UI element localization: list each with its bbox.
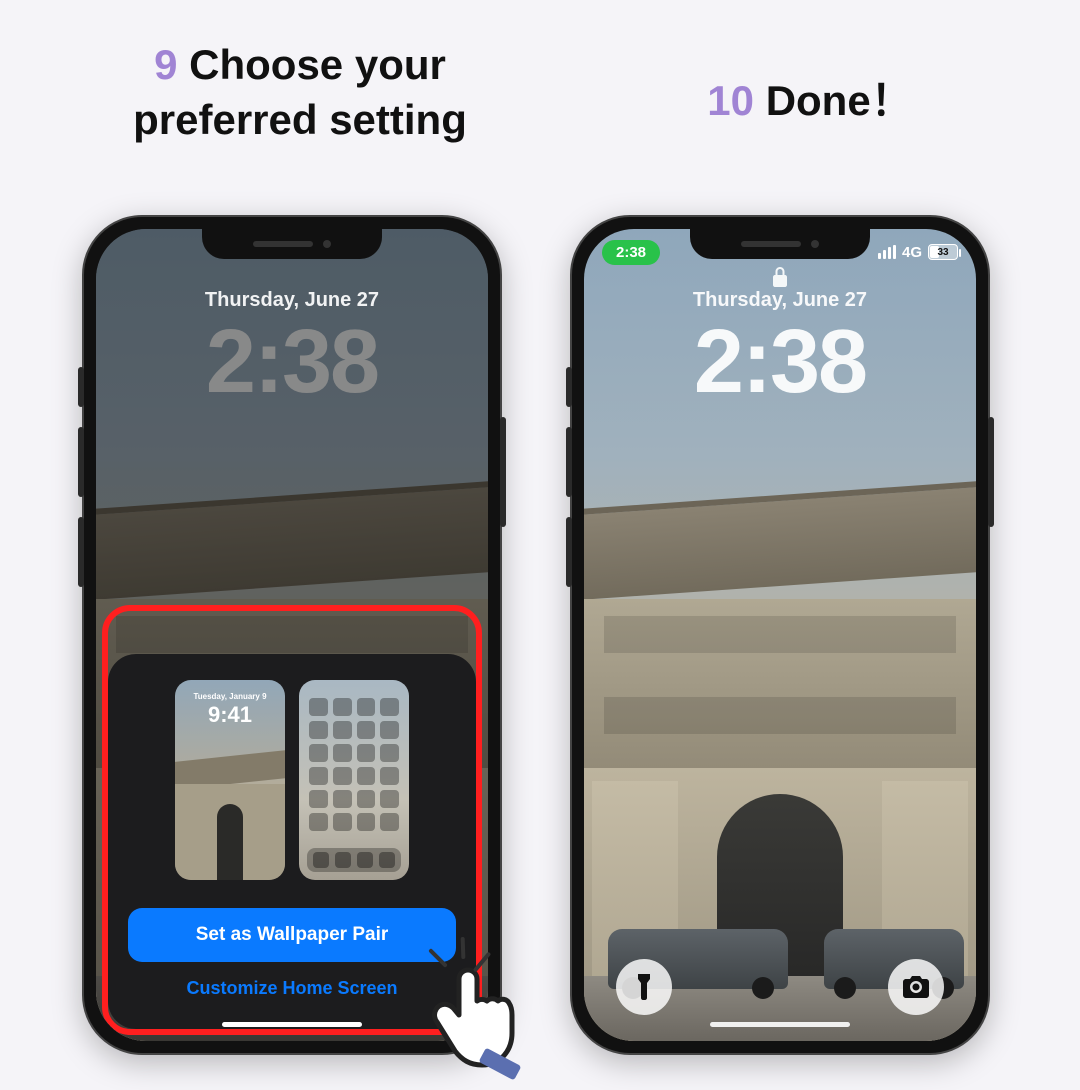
cursor-hand-icon: [430, 960, 550, 1090]
step-9-title: 9 Choose your preferred setting: [80, 38, 520, 147]
phone-step-9: Thursday, June 27 2:38 Tuesday, January …: [82, 215, 502, 1055]
preview-home-appgrid: [309, 698, 399, 840]
flashlight-button[interactable]: [616, 959, 672, 1015]
preview-lock-time: 9:41: [175, 702, 285, 728]
customize-home-screen-link[interactable]: Customize Home Screen: [128, 978, 456, 999]
battery-pct: 33: [937, 247, 948, 258]
phone-step-10: 2:38 4G 33 Thursday, June 27 2:38: [570, 215, 990, 1055]
preview-lockscreen[interactable]: Tuesday, January 9 9:41: [175, 680, 285, 880]
status-time-pill[interactable]: 2:38: [602, 240, 660, 265]
signal-bars-icon: [878, 245, 896, 259]
step-10-title: 10 Done！: [600, 74, 1020, 129]
camera-button[interactable]: [888, 959, 944, 1015]
step-9-text-1: Choose your: [189, 41, 446, 88]
wallpaper-monument: [584, 391, 976, 1041]
preview-home-dock: [307, 848, 401, 872]
lockscreen-date: Thursday, June 27: [584, 289, 976, 312]
preview-lock-date: Tuesday, January 9: [175, 692, 285, 701]
battery-icon: 33: [928, 244, 958, 260]
camera-icon: [903, 976, 929, 998]
wallpaper-previews: Tuesday, January 9 9:41: [128, 680, 456, 880]
set-wallpaper-pair-button[interactable]: Set as Wallpaper Pair: [128, 908, 456, 962]
lockscreen-date: Thursday, June 27: [96, 289, 488, 312]
home-indicator[interactable]: [710, 1022, 850, 1027]
phone-screen-right: 2:38 4G 33 Thursday, June 27 2:38: [584, 229, 976, 1041]
lock-icon: [772, 267, 788, 287]
notch: [202, 229, 382, 259]
step-10-text: Done！: [766, 77, 913, 124]
step-9-number: 9: [154, 41, 177, 88]
notch: [690, 229, 870, 259]
step-10-number: 10: [707, 77, 754, 124]
lockscreen-time: 2:38: [584, 311, 976, 414]
flashlight-icon: [633, 974, 655, 1000]
home-indicator[interactable]: [222, 1022, 362, 1027]
preview-homescreen[interactable]: [299, 680, 409, 880]
network-label: 4G: [902, 244, 922, 261]
wallpaper-sheet: Tuesday, January 9 9:41: [108, 654, 476, 1029]
step-9-text-2: preferred setting: [133, 96, 467, 143]
phone-screen-left: Thursday, June 27 2:38 Tuesday, January …: [96, 229, 488, 1041]
